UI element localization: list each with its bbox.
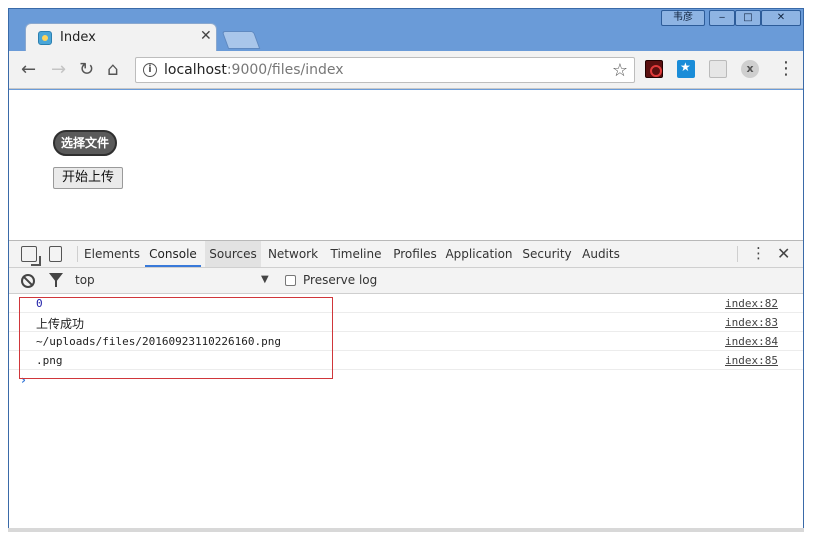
tab-application[interactable]: Application: [445, 241, 513, 267]
divider: [737, 246, 738, 262]
forward-icon[interactable]: →: [51, 59, 66, 80]
address-bar[interactable]: i localhost:9000/files/index ☆: [135, 57, 635, 83]
preserve-log-checkbox[interactable]: [285, 275, 296, 286]
title-bar: 韦彦 ‒ □ ✕ Index ✕: [9, 9, 803, 51]
browser-toolbar: ← → ↻ ⌂ i localhost:9000/files/index ☆ x…: [9, 51, 803, 89]
browser-window: 韦彦 ‒ □ ✕ Index ✕ ← → ↻ ⌂ i localhost:900…: [8, 8, 804, 528]
choose-file-button[interactable]: 选择文件: [53, 130, 117, 156]
annotation-highlight-box: [19, 297, 333, 379]
page-favicon-icon: [38, 31, 52, 45]
tab-console[interactable]: Console: [145, 241, 201, 267]
chevron-down-icon[interactable]: ▼: [261, 274, 269, 285]
clear-console-icon[interactable]: [21, 274, 35, 288]
url-host: localhost: [164, 62, 227, 78]
log-source-link[interactable]: index:83: [725, 316, 778, 329]
back-icon[interactable]: ←: [21, 59, 36, 80]
url-text[interactable]: localhost:9000/files/index: [164, 62, 344, 78]
log-source-link[interactable]: index:84: [725, 335, 778, 348]
tab-audits[interactable]: Audits: [579, 241, 623, 267]
tab-index[interactable]: Index ✕: [25, 23, 217, 51]
browser-menu-icon[interactable]: ⋮: [777, 58, 795, 79]
tab-title: Index: [60, 30, 96, 45]
tab-profiles[interactable]: Profiles: [389, 241, 441, 267]
inspect-element-icon[interactable]: [21, 246, 37, 262]
device-toolbar-icon[interactable]: [49, 246, 62, 262]
log-source-link[interactable]: index:82: [725, 297, 778, 310]
profile-button[interactable]: 韦彦: [661, 10, 705, 26]
devtools-menu-icon[interactable]: ⋮: [751, 244, 766, 262]
tab-sources[interactable]: Sources: [205, 241, 261, 267]
log-source-link[interactable]: index:85: [725, 354, 778, 367]
url-path: :9000/files/index: [226, 62, 344, 78]
bookmark-star-icon[interactable]: ☆: [612, 60, 628, 81]
close-window-button[interactable]: ✕: [761, 10, 801, 26]
console-toolbar: top ▼ Preserve log: [9, 268, 803, 294]
pdf-extension-icon[interactable]: [645, 60, 663, 78]
start-upload-button[interactable]: 开始上传: [53, 167, 123, 189]
tab-security[interactable]: Security: [519, 241, 575, 267]
maximize-button[interactable]: □: [735, 10, 761, 26]
tab-timeline[interactable]: Timeline: [327, 241, 385, 267]
devtools-close-icon[interactable]: ✕: [777, 244, 790, 263]
tab-network[interactable]: Network: [265, 241, 321, 267]
site-info-icon[interactable]: i: [143, 63, 157, 77]
x-extension-icon[interactable]: x: [741, 60, 759, 78]
devtools-panel: Elements Console Sources Network Timelin…: [9, 240, 803, 528]
context-selector[interactable]: top: [75, 273, 95, 287]
reader-extension-icon[interactable]: [709, 60, 727, 78]
preserve-log-label: Preserve log: [303, 273, 378, 287]
devtools-tab-bar: Elements Console Sources Network Timelin…: [9, 241, 803, 268]
reload-icon[interactable]: ↻: [79, 59, 94, 80]
bookmark-extension-icon[interactable]: [677, 60, 695, 78]
tab-elements[interactable]: Elements: [81, 241, 143, 267]
minimize-button[interactable]: ‒: [709, 10, 735, 26]
new-tab-button[interactable]: [221, 31, 261, 49]
home-icon[interactable]: ⌂: [107, 59, 118, 80]
page-content: 选择文件 开始上传: [9, 90, 803, 240]
tab-close-icon[interactable]: ✕: [200, 28, 212, 44]
filter-icon[interactable]: [49, 273, 63, 287]
divider: [77, 246, 78, 262]
